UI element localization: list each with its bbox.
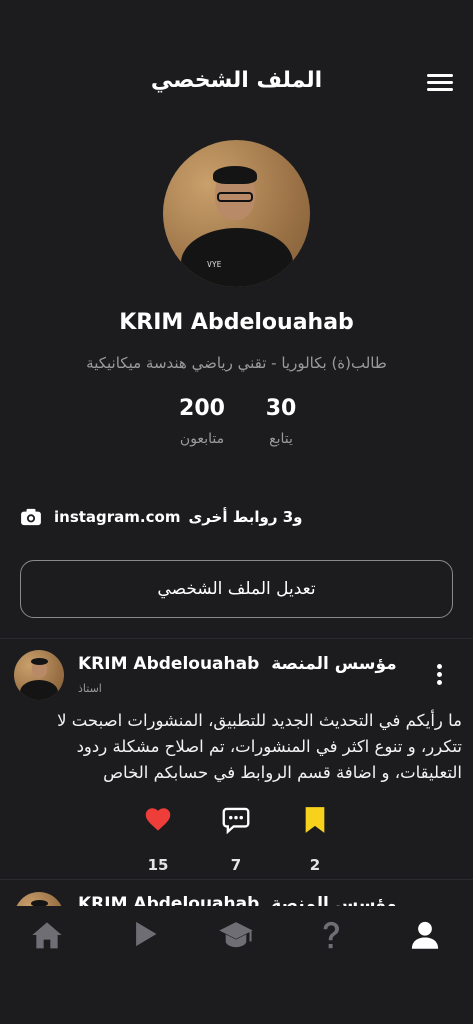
edit-profile-button[interactable]: تعديل الملف الشخصي: [20, 560, 453, 618]
play-icon: [136, 921, 157, 947]
post-author-avatar[interactable]: [14, 892, 64, 906]
nav-home[interactable]: [30, 920, 64, 954]
question-mark-icon: [323, 921, 339, 949]
primary-link[interactable]: instagram.com: [54, 508, 180, 526]
comment-icon: [222, 807, 250, 834]
hamburger-menu-icon[interactable]: [427, 74, 453, 94]
following-label: يتابع: [269, 431, 293, 447]
nav-videos[interactable]: [128, 920, 162, 954]
home-icon: [32, 922, 62, 949]
profile-icon: [411, 921, 439, 949]
post-author-role: استاذ: [78, 682, 102, 695]
profile-bio: طالب(ة) بكالوريا - تقني رياضي هندسة ميكا…: [86, 354, 387, 372]
avatar-shirt-text: VYE: [207, 260, 222, 269]
post-text: ما رأيكم في التحديث الجديد للتطبيق، المن…: [57, 711, 462, 782]
profile-name: KRIM Abdelouahab: [119, 310, 354, 335]
post-author[interactable]: KRIM Abdelouahab مؤسس المنصة: [78, 654, 397, 674]
post-author-badge: مؤسس المنصة: [271, 654, 397, 674]
more-options-icon[interactable]: [435, 664, 443, 686]
profile-avatar[interactable]: VYE: [163, 140, 310, 287]
post-author-badge: مؤسس المنصة: [271, 894, 397, 906]
followers-count: 200: [179, 396, 225, 421]
post-author[interactable]: KRIM Abdelouahab مؤسس المنصة: [78, 894, 397, 906]
heart-icon: [145, 808, 171, 831]
comment-count: 7: [230, 856, 242, 874]
nav-courses[interactable]: [218, 920, 253, 954]
save-count: 2: [309, 856, 321, 874]
post-card: KRIM Abdelouahab مؤسس المنصة: [0, 880, 473, 906]
comment-button[interactable]: 7: [211, 806, 261, 874]
bottom-navigation: [0, 906, 473, 966]
followers-stat[interactable]: 200 متابعون: [170, 396, 234, 447]
post-author-avatar[interactable]: [14, 650, 64, 700]
graduation-cap-icon: [219, 922, 253, 948]
following-count: 30: [265, 396, 297, 421]
followers-label: متابعون: [179, 431, 225, 447]
like-button[interactable]: 15: [133, 806, 183, 874]
like-count: 15: [147, 856, 169, 874]
nav-profile[interactable]: [408, 920, 442, 954]
post-card: KRIM Abdelouahab مؤسس المنصة استاذ ما رأ…: [0, 638, 473, 880]
bookmark-icon: [305, 807, 325, 833]
page-title: الملف الشخصي: [150, 68, 323, 93]
save-button[interactable]: 2: [290, 806, 340, 874]
profile-links[interactable]: instagram.com و3 روابط أخرى: [20, 505, 303, 529]
nav-help[interactable]: [314, 920, 348, 954]
camera-icon: [21, 508, 41, 526]
post-author-name: KRIM Abdelouahab: [78, 654, 260, 674]
following-stat[interactable]: 30 يتابع: [256, 396, 306, 447]
more-links[interactable]: و3 روابط أخرى: [188, 508, 302, 526]
post-author-name: KRIM Abdelouahab: [78, 894, 260, 906]
